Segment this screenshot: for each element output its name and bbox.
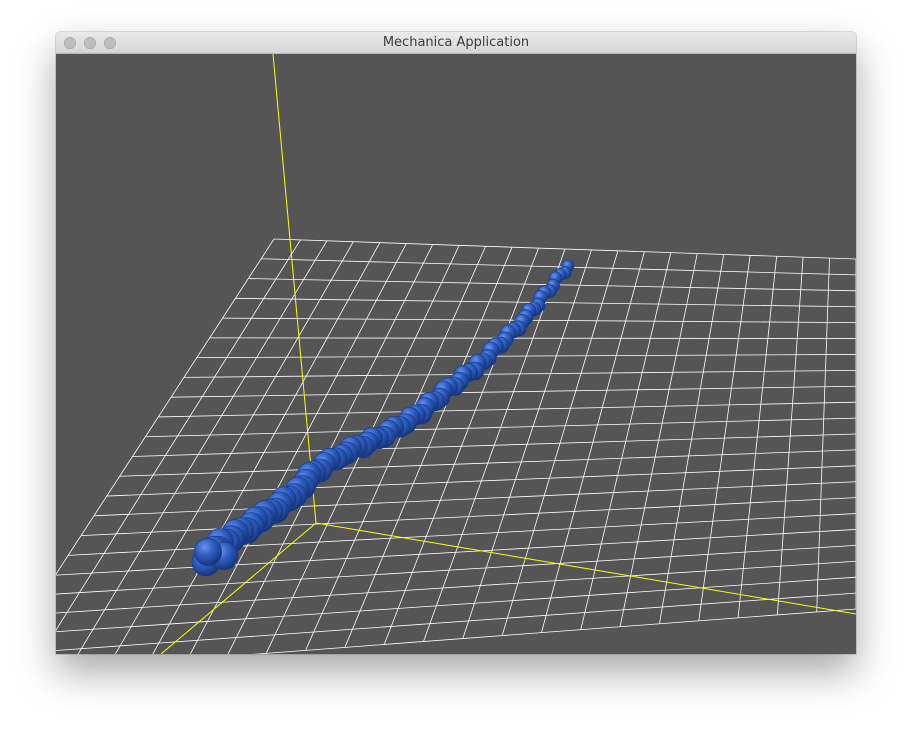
window-title: Mechanica Application	[382, 35, 530, 50]
floor-grid	[56, 238, 856, 654]
grid-line	[273, 238, 856, 260]
title-bar[interactable]: Mechanica Application	[56, 32, 856, 54]
grid-line	[209, 337, 856, 339]
3d-scene	[56, 54, 856, 654]
grid-line	[114, 241, 354, 654]
axis-line	[315, 522, 856, 615]
grid-line	[251, 608, 856, 654]
grid-line	[183, 369, 856, 378]
grid-line	[737, 256, 778, 618]
render-viewport[interactable]	[56, 54, 856, 654]
grid-line	[222, 317, 856, 324]
grid-line	[171, 385, 856, 398]
grid-line	[56, 576, 856, 633]
axis-line	[272, 54, 317, 524]
coordinate-axes	[160, 54, 856, 654]
particle-chain[interactable]	[191, 259, 575, 577]
grid-line	[580, 252, 672, 630]
grid-line	[56, 560, 856, 614]
grid-line	[145, 417, 856, 438]
particle-sphere[interactable]	[194, 537, 223, 566]
grid-line	[619, 253, 698, 627]
grid-line	[132, 433, 856, 457]
grid-line	[659, 254, 725, 624]
grid-line	[158, 401, 856, 418]
grid-line	[77, 240, 328, 654]
app-window: Mechanica Application	[56, 32, 856, 654]
grid-line	[698, 255, 751, 621]
